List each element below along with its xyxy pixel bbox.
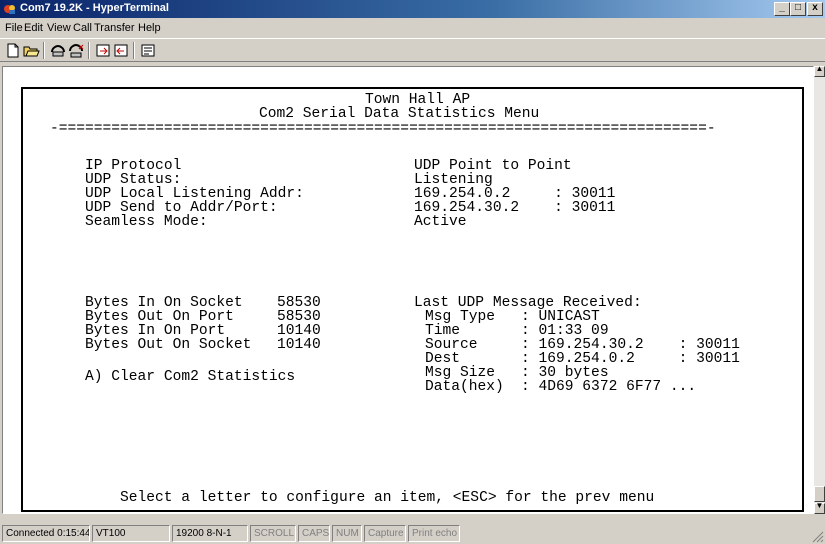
terminal-area[interactable]: Town Hall AP Com2 Serial Data Statistics… bbox=[2, 66, 814, 514]
site-title: Town Hall AP bbox=[365, 92, 471, 108]
connect-icon[interactable] bbox=[49, 42, 67, 59]
msg-field-value: : 01:33 09 bbox=[521, 323, 609, 339]
status-bar: Connected 0:15:44 VT100 19200 8-N-1 SCRO… bbox=[0, 522, 825, 544]
menu-transfer[interactable]: Transfer bbox=[94, 22, 135, 34]
menu-call[interactable]: Call bbox=[73, 22, 92, 34]
menu-edit[interactable]: Edit bbox=[24, 22, 43, 34]
msg-field-label: Time bbox=[425, 323, 504, 339]
msg-field-label: Data(hex) bbox=[425, 379, 504, 395]
msg-field-value: : 4D69 6372 6F77 ... bbox=[521, 379, 697, 395]
scroll-down-button[interactable]: ▼ bbox=[814, 501, 825, 514]
disconnect-icon[interactable] bbox=[67, 42, 85, 59]
close-button[interactable]: x bbox=[807, 2, 823, 16]
terminal-screen-frame: Town Hall AP Com2 Serial Data Statistics… bbox=[21, 87, 804, 512]
command-prompt: Select a letter to configure an item, <E… bbox=[120, 490, 655, 506]
properties-icon[interactable] bbox=[139, 42, 157, 59]
menu-file[interactable]: File bbox=[5, 22, 23, 34]
menu-view[interactable]: View bbox=[47, 22, 71, 34]
arrow-up-icon: ▲ bbox=[815, 64, 824, 73]
config-label-send-addr: UDP Send to Addr/Port: bbox=[85, 200, 278, 216]
toolbar-separator bbox=[43, 42, 45, 59]
counter-value: 10140 bbox=[277, 323, 321, 339]
resize-grip-icon[interactable] bbox=[812, 531, 824, 543]
counter-value: 58530 bbox=[277, 295, 321, 311]
hyperterminal-icon bbox=[4, 5, 15, 14]
counter-label: Bytes Out On Socket bbox=[85, 337, 252, 353]
minimize-button[interactable]: _ bbox=[774, 2, 790, 16]
config-value-udp-status: Listening bbox=[414, 172, 493, 188]
msg-field-label: Msg Size bbox=[425, 365, 504, 381]
config-label-udp-status: UDP Status: bbox=[85, 172, 182, 188]
msg-field-value: : 169.254.0.2 : 30011 bbox=[521, 351, 740, 367]
scroll-thumb[interactable] bbox=[814, 486, 825, 502]
new-icon[interactable] bbox=[4, 42, 22, 59]
counter-label: Bytes In On Socket bbox=[85, 295, 243, 311]
status-port-settings: 19200 8-N-1 bbox=[172, 525, 248, 542]
msg-field-label: Dest bbox=[425, 351, 504, 367]
status-num: NUM bbox=[332, 525, 362, 542]
config-value-ip-protocol: UDP Point to Point bbox=[414, 158, 572, 174]
menu-help[interactable]: Help bbox=[138, 22, 161, 34]
counter-label: Bytes Out On Port bbox=[85, 309, 234, 325]
status-connected: Connected 0:15:44 bbox=[2, 525, 90, 542]
send-icon[interactable] bbox=[94, 42, 112, 59]
status-print-echo: Print echo bbox=[408, 525, 460, 542]
config-value-local-addr: 169.254.0.2 : 30011 bbox=[414, 186, 616, 202]
status-scroll: SCROLL bbox=[250, 525, 296, 542]
scroll-up-button[interactable]: ▲ bbox=[814, 64, 825, 77]
msg-field-value: : UNICAST bbox=[521, 309, 600, 325]
receive-icon[interactable] bbox=[112, 42, 130, 59]
open-icon[interactable] bbox=[22, 42, 40, 59]
status-emulation: VT100 bbox=[92, 525, 170, 542]
msg-field-label: Msg Type bbox=[425, 309, 504, 325]
toolbar-separator bbox=[88, 42, 90, 59]
msg-field-label: Source bbox=[425, 337, 504, 353]
config-value-seamless: Active bbox=[414, 214, 467, 230]
menu-title: Com2 Serial Data Statistics Menu bbox=[259, 106, 540, 122]
config-value-send-addr: 169.254.30.2 : 30011 bbox=[414, 200, 616, 216]
counter-value: 58530 bbox=[277, 309, 321, 325]
last-message-heading: Last UDP Message Received: bbox=[414, 295, 642, 311]
msg-field-value: : 30 bytes bbox=[521, 365, 609, 381]
config-label-ip-protocol: IP Protocol bbox=[85, 158, 182, 174]
msg-field-value: : 169.254.30.2 : 30011 bbox=[521, 337, 740, 353]
status-capture: Capture bbox=[364, 525, 406, 542]
vertical-scrollbar[interactable]: ▲ ▼ bbox=[814, 64, 825, 514]
clear-stats-option[interactable]: A) Clear Com2 Statistics bbox=[85, 370, 295, 385]
arrow-down-icon: ▼ bbox=[815, 501, 824, 510]
window-title: Com7 19.2K - HyperTerminal bbox=[20, 2, 169, 14]
counter-value: 10140 bbox=[277, 337, 321, 353]
menu-bar: File Edit View Call Transfer Help bbox=[0, 19, 825, 37]
toolbar bbox=[0, 38, 825, 62]
config-label-local-addr: UDP Local Listening Addr: bbox=[85, 186, 304, 202]
maximize-button[interactable]: □ bbox=[790, 2, 806, 16]
counter-label: Bytes In On Port bbox=[85, 323, 226, 339]
toolbar-separator bbox=[133, 42, 135, 59]
status-caps: CAPS bbox=[298, 525, 330, 542]
title-bar: Com7 19.2K - HyperTerminal _ □ x bbox=[0, 0, 825, 18]
divider-rule: -=======================================… bbox=[50, 121, 716, 137]
config-label-seamless: Seamless Mode: bbox=[85, 214, 208, 230]
